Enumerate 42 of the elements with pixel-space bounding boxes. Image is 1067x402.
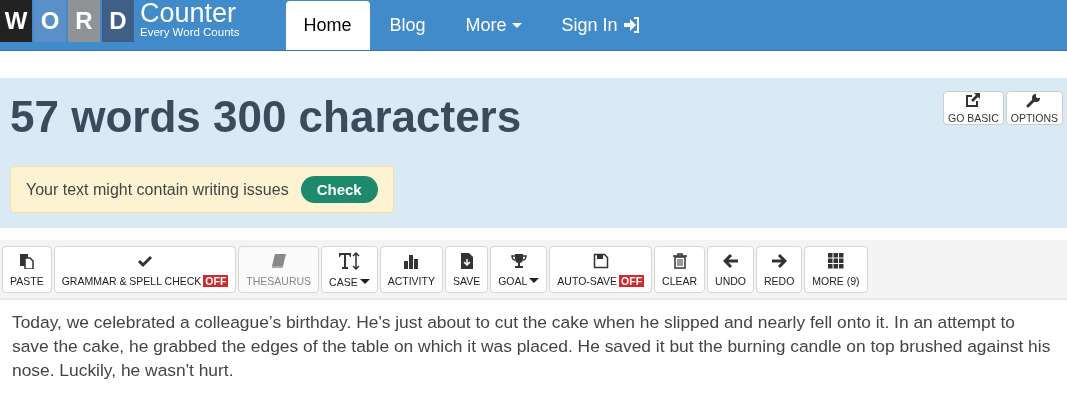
nav-tab[interactable]: Sign In [541,0,660,50]
logo-letter: R [68,0,100,42]
trash-icon [671,252,688,269]
toolbar-button[interactable]: GO BASIC [942,91,1004,125]
logo-letter: O [34,0,66,42]
trophy-icon [510,252,527,269]
toolbar-button[interactable]: ACTIVITY [379,246,443,293]
notice-text: Your text might contain writing issues [26,180,289,199]
toolbar-button[interactable]: CASE [321,246,378,293]
nav-tab[interactable]: Blog [369,0,446,50]
nav-tab[interactable]: More [445,0,542,50]
bar-chart-icon [403,252,420,269]
off-badge: OFF [203,274,229,287]
word-count-heading: 57 words 300 characters [10,92,522,142]
wrench-icon [1026,92,1043,108]
logo-tagline: Every Word Counts [140,27,240,39]
toolbar-button[interactable]: GOAL [490,246,548,293]
external-link-icon [965,92,982,108]
toolbar-button[interactable]: PASTE [2,246,52,293]
toolbar-button[interactable]: REDO [756,246,803,293]
toolbar-button[interactable]: AUTO-SAVE OFF [549,246,653,293]
toolbar-button[interactable]: SAVE [444,246,489,293]
logo-name: Counter [140,0,238,27]
toolbar-button[interactable]: OPTIONS [1005,91,1063,125]
text-editor[interactable]: Today, we celebrated a colleague’s birthday. He's just about to cut the cake when he slipped and nearly fell onto it. In an attempt to save the cake, he grabbed the edges of the table on which it was placed. He saved it but the burning candle on top brushed against his nose. Luckily, he wasn't hurt. [0,300,1067,392]
file-download-icon [458,252,475,269]
off-badge: OFF [619,274,645,287]
sign-in-icon [622,17,640,33]
toolbar-button[interactable]: CLEAR [654,246,706,293]
grid-icon [828,252,844,269]
caret-icon [511,22,522,28]
arrow-left-icon [722,252,739,269]
arrow-right-icon [771,252,788,269]
check-button[interactable]: Check [300,176,378,203]
logo-letter: D [102,0,134,42]
toolbar-button[interactable]: MORE (9) [804,246,868,293]
text-height-icon [338,251,361,270]
logo-letter: W [0,0,32,42]
nav-tab[interactable]: Home [285,1,370,50]
toolbar-button[interactable]: GRAMMAR & SPELL CHECK OFF [53,246,237,293]
toolbar-button[interactable]: UNDO [707,246,754,293]
paste-icon [18,252,35,269]
